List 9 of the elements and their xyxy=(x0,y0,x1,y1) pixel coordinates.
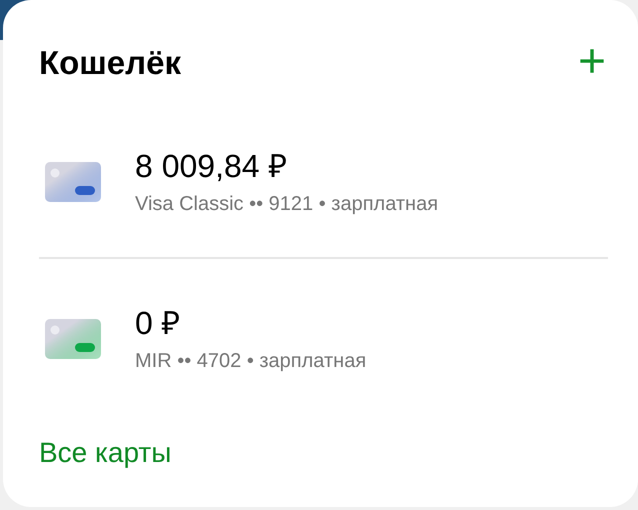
card-details: Visa Classic •• 9121 • зарплатная xyxy=(135,192,438,217)
card-balance: 8 009,84 ₽ xyxy=(135,147,288,186)
bank-card-icon xyxy=(45,318,101,358)
card-details: MIR •• 4702 • зарплатная xyxy=(135,349,366,374)
all-cards-link[interactable]: Все карты xyxy=(39,432,172,474)
add-button[interactable]: + xyxy=(578,38,606,86)
bank-card-icon xyxy=(45,162,101,202)
card-balance: 0 ₽ xyxy=(135,304,182,343)
wallet-title: Кошелёк xyxy=(39,46,181,78)
